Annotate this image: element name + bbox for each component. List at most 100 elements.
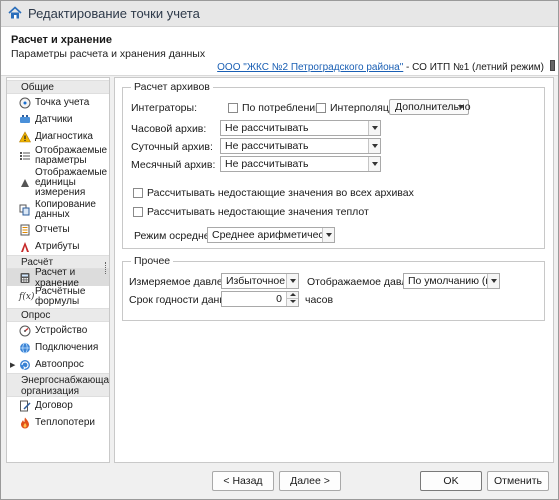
sidebar-item-calc-storage[interactable]: Расчет и хранение — [7, 267, 109, 289]
interpolation-checkbox[interactable] — [316, 103, 326, 113]
sidebar-item-diagnostics[interactable]: Диагностика — [7, 128, 109, 145]
calc-missing-heat-checkbox[interactable] — [133, 207, 143, 217]
select-value: Не рассчитывать — [225, 122, 309, 134]
daily-archive-label: Суточный архив: — [131, 141, 213, 153]
sidebar-group-general: Общие — [7, 80, 109, 94]
sidebar-nav: Общие Точка учета Датчики Диагностика От… — [6, 77, 110, 463]
chevron-down-icon — [458, 105, 464, 109]
spinner-value: 0 — [276, 293, 282, 305]
dialog-window: Редактирование точки учета Расчет и хран… — [0, 0, 559, 500]
calculator-icon — [20, 272, 30, 283]
chevron-down-icon — [322, 228, 334, 242]
globe-icon — [20, 342, 30, 353]
sidebar-item-device[interactable]: Устройство — [7, 322, 109, 339]
home-icon — [8, 6, 22, 19]
list-icon — [20, 152, 30, 160]
sidebar-item-label: Копирование данных — [35, 199, 96, 220]
chevron-down-icon — [286, 274, 298, 288]
sidebar-item-displayed-parameters[interactable]: Отображаемые параметры — [7, 145, 109, 167]
sensor-icon — [20, 114, 30, 123]
data-validity-unit: часов — [305, 294, 334, 306]
monthly-archive-select[interactable]: Не рассчитывать — [220, 156, 381, 172]
sidebar-item-reports[interactable]: Отчеты — [7, 221, 109, 238]
meter-point-path: ООО "ЖКС №2 Петроградского района" - СО … — [217, 62, 544, 73]
chevron-down-icon — [368, 157, 380, 171]
sidebar-item-label: Диагностика — [35, 131, 93, 142]
archives-group: Расчет архивов Интеграторы: По потреблен… — [122, 81, 545, 249]
ok-button[interactable]: OK — [420, 471, 482, 491]
warning-icon — [19, 130, 31, 142]
integrators-label: Интеграторы: — [131, 102, 197, 114]
sidebar-item-label: Подключения — [35, 342, 99, 353]
sidebar-item-label: Отображаемые параметры — [35, 145, 108, 166]
by-consumption-label: По потреблению — [242, 102, 324, 114]
calc-missing-all-label: Рассчитывать недостающие значения во все… — [147, 187, 414, 199]
select-value: Не рассчитывать — [225, 140, 309, 152]
other-group: Прочее Измеряемое давление: Избыточное О… — [122, 255, 545, 321]
content-panel: Расчет архивов Интеграторы: По потреблен… — [114, 77, 554, 463]
sidebar-item-label: Расчётные формулы — [35, 286, 86, 307]
hourly-archive-select[interactable]: Не рассчитывать — [220, 120, 381, 136]
sidebar-item-contract[interactable]: Договор — [7, 397, 109, 414]
copy-icon — [19, 204, 30, 216]
calc-missing-all-checkbox[interactable] — [133, 188, 143, 198]
attribute-icon — [21, 241, 29, 252]
sidebar-item-meter-point[interactable]: Точка учета — [7, 94, 109, 111]
expand-arrow-icon[interactable]: ▶ — [10, 361, 15, 369]
sidebar-group-energy-supplier: Энергоснабжающая организация — [7, 373, 109, 397]
sidebar-item-label: Теплопотери — [35, 417, 95, 428]
averaging-mode-select[interactable]: Среднее арифметическое — [207, 227, 335, 243]
meter-point-icon — [19, 97, 31, 108]
hourly-archive-label: Часовой архив: — [131, 123, 207, 135]
page-subtitle: Параметры расчета и хранения данных — [11, 48, 206, 60]
window-title: Редактирование точки учета — [28, 6, 200, 21]
sidebar-item-label: Договор — [35, 400, 73, 411]
data-validity-spinner[interactable]: 0 — [221, 291, 299, 307]
units-icon — [21, 179, 29, 187]
sidebar-item-attributes[interactable]: Атрибуты — [7, 238, 109, 255]
sidebar-item-sensors[interactable]: Датчики — [7, 111, 109, 128]
sidebar-item-autopoll[interactable]: ▶ Автоопрос — [7, 356, 109, 373]
by-consumption-checkbox[interactable] — [228, 103, 238, 113]
title-bar: Редактирование точки учета — [1, 1, 558, 27]
page-title: Расчет и хранение — [11, 34, 113, 46]
displayed-pressure-select[interactable]: По умолчанию (из с... — [403, 273, 500, 289]
additional-dropdown-button[interactable]: Дополнительно — [389, 99, 471, 115]
daily-archive-select[interactable]: Не рассчитывать — [220, 138, 381, 154]
cancel-button[interactable]: Отменить — [487, 471, 549, 491]
sidebar-item-calc-formulas[interactable]: f(x) Расчётные формулы — [7, 286, 109, 308]
sidebar-group-polling: Опрос — [7, 308, 109, 322]
other-legend: Прочее — [131, 255, 174, 267]
sidebar-item-heat-loss[interactable]: Теплопотери — [7, 414, 109, 431]
back-button[interactable]: < Назад — [212, 471, 274, 491]
measured-pressure-select[interactable]: Избыточное — [221, 273, 299, 289]
calc-missing-heat-label: Рассчитывать недостающие значения теплот — [147, 206, 369, 218]
formula-icon: f(x) — [19, 292, 35, 302]
sidebar-item-label: Датчики — [35, 114, 73, 125]
meter-point-name: - СО ИТП №1 (летний режим) — [403, 62, 544, 73]
sidebar-item-data-copy[interactable]: Копирование данных — [7, 199, 109, 221]
flame-icon — [21, 417, 29, 428]
header-scroll-thumb[interactable] — [550, 60, 555, 71]
splitter-handle[interactable] — [105, 262, 108, 274]
spin-up-icon[interactable] — [286, 292, 298, 299]
chevron-down-icon — [368, 121, 380, 135]
chevron-down-icon — [368, 139, 380, 153]
header-divider — [1, 75, 558, 76]
sidebar-item-label: Точка учета — [35, 97, 90, 108]
sidebar-item-displayed-units[interactable]: Отображаемые единицы измерения — [7, 167, 109, 199]
next-button[interactable]: Далее > — [279, 471, 341, 491]
sidebar-item-label: Атрибуты — [35, 241, 80, 252]
select-value: Не рассчитывать — [225, 158, 309, 170]
sidebar-item-label: Отображаемые единицы измерения — [35, 167, 108, 198]
spin-down-icon[interactable] — [286, 299, 298, 306]
monthly-archive-label: Месячный архив: — [131, 159, 216, 171]
sidebar-item-label: Устройство — [35, 325, 88, 336]
sidebar-item-connections[interactable]: Подключения — [7, 339, 109, 356]
select-value: Среднее арифметическое — [212, 229, 334, 241]
sidebar-item-label: Автоопрос — [35, 359, 84, 370]
organization-link[interactable]: ООО "ЖКС №2 Петроградского района" — [217, 62, 403, 73]
archives-legend: Расчет архивов — [131, 81, 213, 93]
select-value: По умолчанию (из с... — [408, 275, 499, 287]
report-icon — [20, 224, 30, 235]
